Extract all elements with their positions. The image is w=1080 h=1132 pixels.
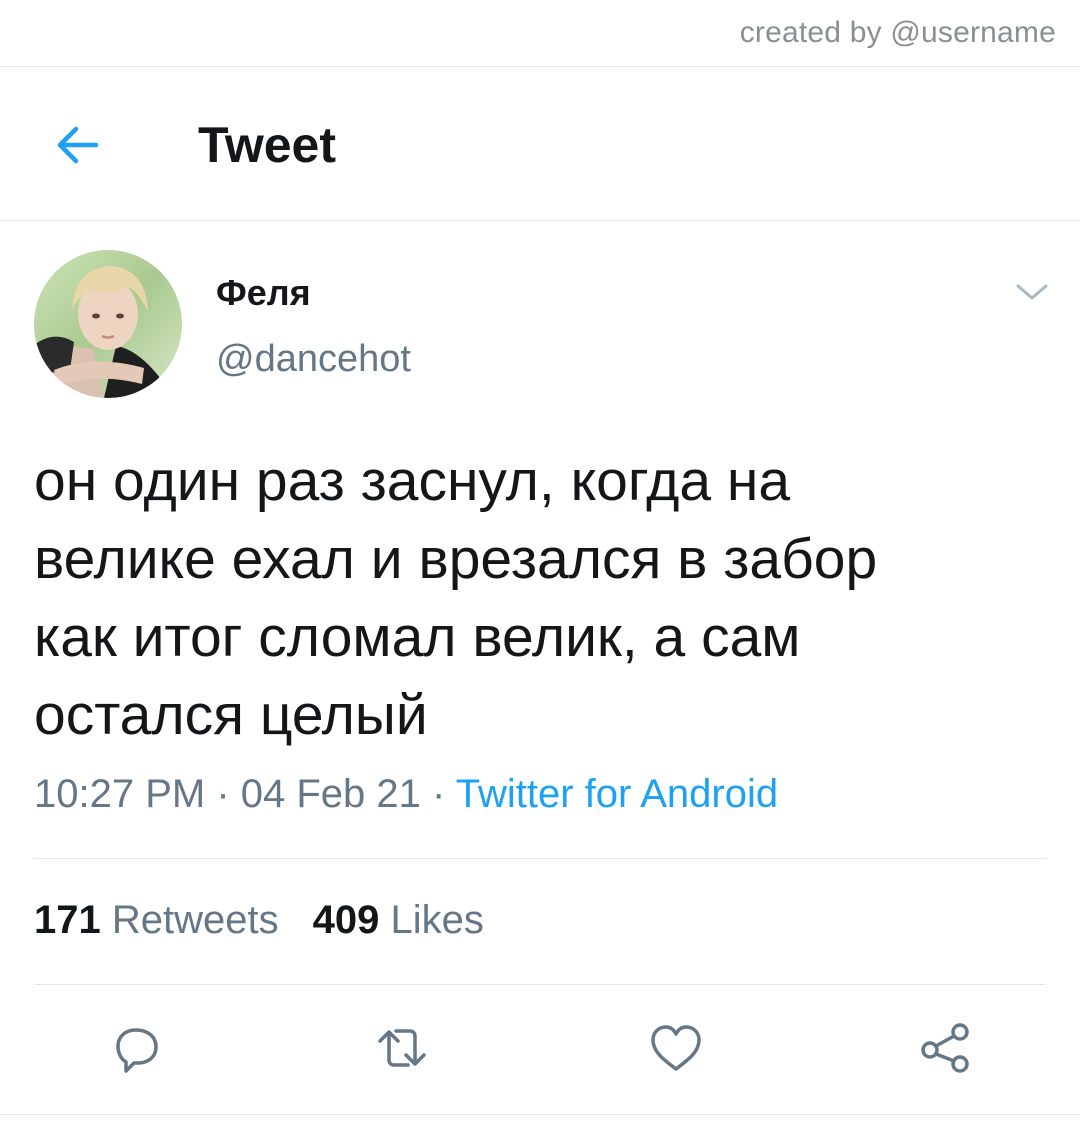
tweet-text: он один раз заснул, когда на велике ехал… xyxy=(34,449,878,747)
retweet-button[interactable] xyxy=(370,1016,434,1080)
likes-stat[interactable]: 409 Likes xyxy=(313,898,484,942)
share-icon xyxy=(921,1023,969,1073)
tweet-date: 04 Feb 21 xyxy=(240,772,421,816)
retweets-count: 171 xyxy=(34,898,101,942)
reply-icon xyxy=(116,1028,158,1073)
top-divider xyxy=(0,66,1080,67)
retweets-stat[interactable]: 171 Retweets xyxy=(34,898,279,942)
tweet-stats: 171 Retweets 409 Likes xyxy=(34,898,484,943)
avatar[interactable] xyxy=(34,250,182,398)
stats-divider xyxy=(34,984,1046,985)
likes-label: Likes xyxy=(390,898,484,942)
back-button[interactable] xyxy=(48,120,108,170)
retweet-icon xyxy=(378,1029,426,1067)
chevron-down-icon xyxy=(1016,284,1048,300)
heart-icon xyxy=(651,1025,701,1071)
tweet-time: 10:27 PM xyxy=(34,772,206,816)
author-display-name[interactable]: Феля xyxy=(216,272,311,314)
share-button[interactable] xyxy=(912,1016,976,1080)
tweet-meta: 10:27 PM · 04 Feb 21 · Twitter for Andro… xyxy=(34,772,778,817)
likes-count: 409 xyxy=(312,898,380,942)
tweet-options-button[interactable] xyxy=(1010,276,1054,308)
bottom-divider xyxy=(0,1114,1080,1115)
reply-button[interactable] xyxy=(104,1016,168,1080)
arrow-left-icon xyxy=(57,126,99,164)
page-title: Tweet xyxy=(198,117,336,173)
header-bar: Tweet xyxy=(0,68,1080,220)
header-divider xyxy=(0,220,1080,221)
meta-separator: · xyxy=(420,772,456,816)
meta-divider xyxy=(34,858,1046,859)
like-button[interactable] xyxy=(644,1016,708,1080)
avatar-photo xyxy=(34,250,182,398)
retweets-label: Retweets xyxy=(111,898,279,942)
meta-separator: · xyxy=(205,772,241,816)
author-handle[interactable]: @dancehot xyxy=(216,338,411,381)
credit-text: created by @username xyxy=(739,16,1056,49)
tweet-source-link[interactable]: Twitter for Android xyxy=(456,772,778,816)
